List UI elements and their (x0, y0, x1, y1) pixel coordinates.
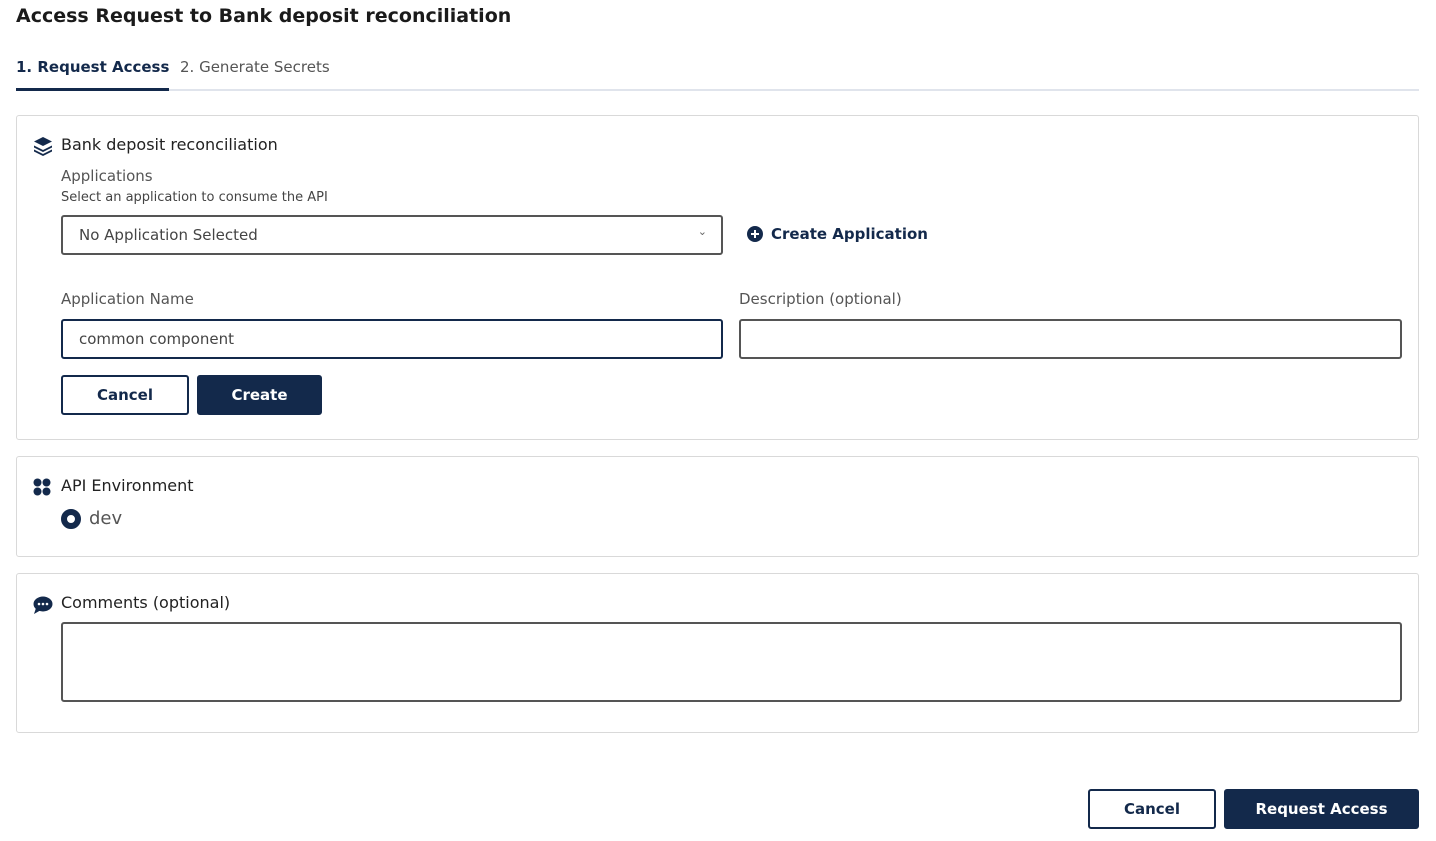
api-card: Bank deposit reconciliation Applications… (16, 115, 1419, 440)
radio-selected-icon (61, 508, 81, 529)
chevron-down-icon: ⌄ (697, 225, 707, 238)
plus-circle-icon (747, 226, 763, 242)
select-value: No Application Selected (79, 226, 258, 244)
comments-title: Comments (optional) (61, 593, 231, 612)
tab-generate-secrets[interactable]: 2. Generate Secrets (180, 58, 330, 76)
tab-bar: 1. Request Access 2. Generate Secrets (16, 58, 1419, 91)
layers-icon (34, 137, 52, 156)
environment-card: API Environment dev (16, 456, 1419, 557)
app-name-label: Application Name (61, 290, 194, 308)
apps-icon (33, 478, 51, 496)
tab-request-access[interactable]: 1. Request Access (16, 58, 170, 91)
applications-help: Select an application to consume the API (61, 190, 328, 205)
api-name: Bank deposit reconciliation (61, 135, 278, 154)
radio-dev[interactable]: dev (61, 508, 122, 529)
comment-icon (33, 596, 53, 614)
create-application-link[interactable]: Create Application (747, 225, 928, 243)
create-application-label: Create Application (771, 225, 928, 243)
app-name-input[interactable]: common component (61, 319, 723, 359)
description-input[interactable] (739, 319, 1402, 359)
cancel-button[interactable]: Cancel (1088, 789, 1216, 829)
description-label: Description (optional) (739, 290, 902, 308)
page-title: Access Request to Bank deposit reconcili… (16, 5, 512, 27)
applications-label: Applications (61, 167, 153, 185)
comments-textarea[interactable] (61, 622, 1402, 702)
create-button[interactable]: Create (197, 375, 322, 415)
application-select[interactable]: No Application Selected ⌄ (61, 215, 723, 255)
request-access-button[interactable]: Request Access (1224, 789, 1419, 829)
cancel-create-button[interactable]: Cancel (61, 375, 189, 415)
radio-dev-label: dev (89, 508, 123, 529)
comments-card: Comments (optional) (16, 573, 1419, 733)
environment-title: API Environment (61, 476, 194, 495)
